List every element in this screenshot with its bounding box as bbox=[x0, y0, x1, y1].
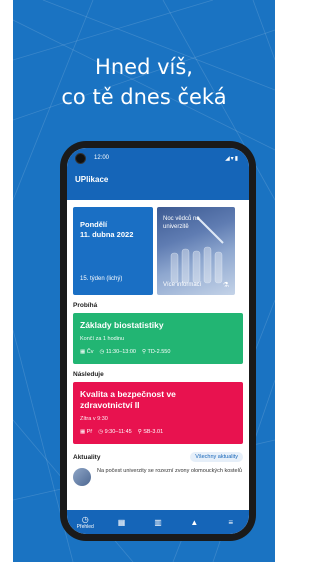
headline-line-1: Hned víš, bbox=[95, 55, 193, 79]
nav-overview-label: Přehled bbox=[76, 523, 94, 530]
news-highlight-caption: Noc vědců na univerzitě bbox=[163, 216, 200, 230]
location-icon: ⚲ bbox=[137, 429, 142, 435]
app-header: 12:00 ◢▾▮ UPlikace bbox=[67, 148, 249, 200]
next-class-start: Zítra v 9:30 bbox=[80, 416, 108, 422]
location-icon: ⚲ bbox=[142, 349, 147, 355]
next-section-label: Následuje bbox=[73, 371, 104, 378]
current-class-meta: ▦ Čv ◷ 11:30–13:00 ⚲ TD-2.550 bbox=[80, 349, 170, 355]
next-class-card[interactable]: Kvalita a bezpečnost ve zdravotnictví II… bbox=[73, 382, 243, 444]
today-row: Pondělí 11. dubna 2022 15. týden (lichý) bbox=[67, 200, 249, 295]
day-name: Pondělí bbox=[80, 220, 108, 229]
chart-icon: ▥ bbox=[154, 517, 162, 527]
news-highlight-card[interactable]: Noc vědců na univerzitě Více informací ⚗ bbox=[157, 207, 235, 295]
nav-overview[interactable]: ◷ Přehled bbox=[70, 515, 100, 530]
clock-icon: ◷ bbox=[81, 514, 89, 524]
menu-icon: ≡ bbox=[228, 517, 234, 527]
next-class-room: SB-3.01 bbox=[143, 429, 164, 435]
next-class-day: Př bbox=[86, 429, 93, 435]
next-class-meta: ▦ Př ◷ 9:30–11:45 ⚲ SB-3.01 bbox=[80, 429, 163, 435]
current-class-day: Čv bbox=[86, 349, 94, 355]
nav-notifications[interactable]: ▲ bbox=[179, 518, 209, 527]
date-card[interactable]: Pondělí 11. dubna 2022 15. týden (lichý) bbox=[73, 207, 153, 295]
signal-battery-icon: ◢▾▮ bbox=[225, 155, 239, 162]
current-section-label: Probíhá bbox=[73, 302, 98, 309]
promo-headline: Hned víš, co tě dnes čeká bbox=[13, 52, 275, 112]
next-class-time: 9:30–11:45 bbox=[104, 429, 132, 435]
news-item-text: Na počest univerzity se rozezní zvony ol… bbox=[97, 468, 242, 474]
current-class-card[interactable]: Základy biostatistiky Končí za 1 hodinu … bbox=[73, 313, 243, 364]
promo-frame: Hned víš, co tě dnes čeká 12:00 ◢▾▮ UPli… bbox=[13, 0, 275, 562]
status-time: 12:00 bbox=[94, 155, 110, 161]
app-title: UPlikace bbox=[75, 175, 109, 184]
headline-line-2: co tě dnes čeká bbox=[61, 85, 227, 109]
news-thumbnail bbox=[73, 468, 91, 486]
status-bar: 12:00 ◢▾▮ bbox=[67, 148, 249, 168]
flask-icon: ⚗ bbox=[222, 282, 229, 289]
next-class-title: Kvalita a bezpečnost ve zdravotnictví II bbox=[80, 389, 176, 410]
current-class-remaining: Končí za 1 hodinu bbox=[80, 336, 125, 342]
camera-icon bbox=[75, 152, 86, 164]
calendar-icon: ▦ bbox=[80, 429, 86, 435]
clock-icon: ◷ bbox=[99, 349, 105, 355]
nav-menu[interactable]: ≡ bbox=[216, 518, 246, 527]
calendar-icon: ▦ bbox=[117, 517, 126, 527]
clock-icon: ◷ bbox=[98, 429, 104, 435]
current-class-title: Základy biostatistiky bbox=[80, 320, 164, 330]
nav-calendar[interactable]: ▦ bbox=[107, 518, 137, 527]
all-news-button[interactable]: Všechny aktuality bbox=[190, 452, 243, 462]
news-header: Aktuality Všechny aktuality bbox=[67, 444, 249, 466]
nav-stats[interactable]: ▥ bbox=[143, 518, 173, 527]
bottom-nav: ◷ Přehled ▦ ▥ ▲ ≡ bbox=[67, 510, 249, 534]
week-label: 15. týden (lichý) bbox=[80, 276, 123, 282]
current-class-time: 11:30–13:00 bbox=[105, 349, 136, 355]
news-list-item[interactable]: Na počest univerzity se rozezní zvony ol… bbox=[67, 466, 249, 488]
current-class-room: TD-2.550 bbox=[147, 349, 171, 355]
more-info-link[interactable]: Více informací bbox=[163, 282, 201, 288]
phone-screen: 12:00 ◢▾▮ UPlikace Pondělí 11. dubna 202… bbox=[67, 148, 249, 534]
news-heading: Aktuality bbox=[73, 453, 101, 461]
phone-mockup: 12:00 ◢▾▮ UPlikace Pondělí 11. dubna 202… bbox=[60, 141, 256, 541]
calendar-icon: ▦ bbox=[80, 349, 86, 355]
date-text: 11. dubna 2022 bbox=[80, 230, 134, 239]
bell-icon: ▲ bbox=[190, 517, 199, 527]
